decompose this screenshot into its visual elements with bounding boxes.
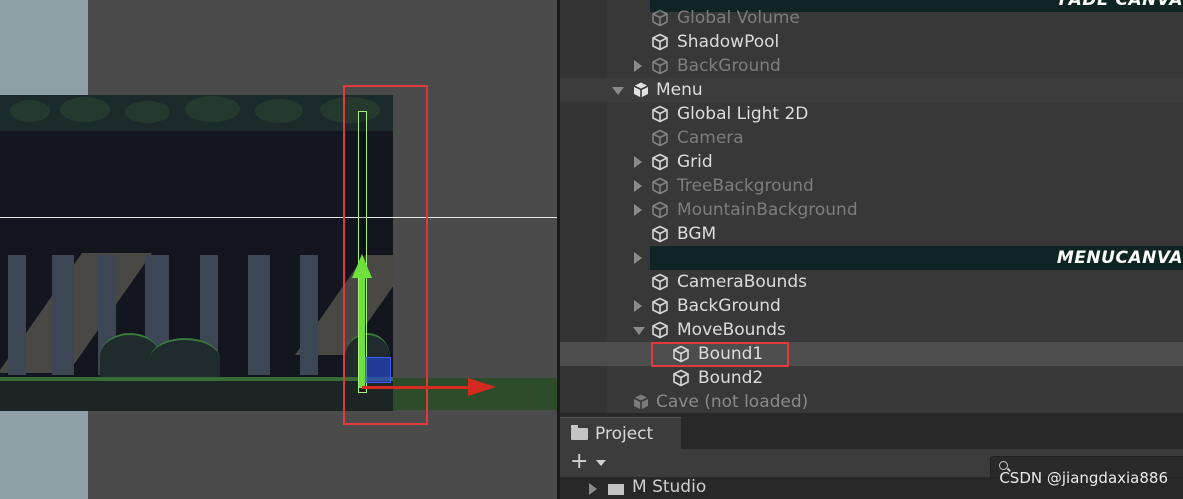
cube-icon xyxy=(651,9,669,27)
hierarchy-row-background-top[interactable]: BackGround xyxy=(560,54,1183,78)
hierarchy-row-mountain-background[interactable]: MountainBackground xyxy=(560,198,1183,222)
forest-background-sprite xyxy=(0,95,393,411)
cube-icon xyxy=(651,225,669,243)
hierarchy-row-label: ShadowPool xyxy=(677,32,780,52)
hierarchy-row-label: Grid xyxy=(677,152,713,172)
hierarchy-row-label: Global Volume xyxy=(677,8,800,28)
hierarchy-row-label: Camera xyxy=(677,128,744,148)
hierarchy-row-label: Menu xyxy=(656,80,703,100)
move-gizmo-x-axis[interactable] xyxy=(362,386,472,389)
cube-icon xyxy=(651,201,669,219)
move-gizmo-center-handle[interactable] xyxy=(365,357,391,383)
expand-arrow-right-icon[interactable] xyxy=(634,180,642,192)
expand-arrow-down-icon[interactable] xyxy=(612,87,624,95)
expand-arrow-right-icon[interactable] xyxy=(634,252,642,264)
hierarchy-row-camera[interactable]: Camera xyxy=(560,126,1183,150)
hierarchy-row-global-volume[interactable]: Global Volume xyxy=(560,6,1183,30)
hierarchy-row-label: Global Light 2D xyxy=(677,104,809,124)
cube-icon xyxy=(651,297,669,315)
scene-view[interactable] xyxy=(0,0,557,499)
expand-arrow-right-icon[interactable] xyxy=(634,300,642,312)
hierarchy-row-cave[interactable]: Cave (not loaded) xyxy=(560,390,1183,413)
hierarchy-row-label: BGM xyxy=(677,224,717,244)
camera-bounds-line xyxy=(0,217,557,218)
hierarchy-row-background[interactable]: BackGround xyxy=(560,294,1183,318)
project-tab[interactable]: Project xyxy=(560,417,681,450)
folder-icon xyxy=(608,484,624,495)
hierarchy-row-label: CameraBounds xyxy=(677,272,807,292)
cube-icon xyxy=(651,57,669,75)
cube-icon xyxy=(651,177,669,195)
hierarchy-row-label: Cave (not loaded) xyxy=(656,392,809,412)
expand-arrow-right-icon[interactable] xyxy=(634,204,642,216)
hierarchy-row-menu[interactable]: Menu xyxy=(560,78,1183,102)
selection-highlight-hierarchy xyxy=(651,342,789,367)
hierarchy-row-menu-canvas[interactable]: MENUCANVA xyxy=(560,246,1183,270)
project-folder-label: M Studio xyxy=(632,477,707,497)
expand-arrow-right-icon[interactable] xyxy=(634,60,642,72)
canvas-banner: MENUCANVA xyxy=(650,246,1183,270)
unity-scene-icon xyxy=(632,393,650,411)
expand-arrow-right-icon[interactable] xyxy=(634,156,642,168)
cube-icon xyxy=(651,105,669,123)
hierarchy-row-label: TreeBackground xyxy=(677,176,814,196)
folder-icon xyxy=(571,425,588,440)
expand-arrow-icon[interactable] xyxy=(589,483,597,495)
hierarchy-row-grid[interactable]: Grid xyxy=(560,150,1183,174)
hierarchy-row-label: MountainBackground xyxy=(677,200,858,220)
canvas-banner-label: MENUCANVA xyxy=(1056,248,1183,268)
hierarchy-panel[interactable]: FADE CANVA Global Volume ShadowPool BackGro… xyxy=(560,0,1183,413)
cube-icon xyxy=(672,369,690,387)
hierarchy-row-camera-bounds[interactable]: CameraBounds xyxy=(560,270,1183,294)
hierarchy-row-global-light[interactable]: Global Light 2D xyxy=(560,102,1183,126)
chevron-down-icon[interactable] xyxy=(596,460,606,466)
project-tab-label: Project xyxy=(595,424,654,444)
unity-scene-icon xyxy=(632,81,650,99)
expand-arrow-down-icon[interactable] xyxy=(633,327,645,335)
ground-tiles xyxy=(0,377,393,411)
move-gizmo-y-arrow-icon[interactable] xyxy=(352,254,372,278)
watermark-text: CSDN @jiangdaxia886 xyxy=(999,469,1168,487)
hierarchy-row-bgm[interactable]: BGM xyxy=(560,222,1183,246)
hierarchy-row-tree-background[interactable]: TreeBackground xyxy=(560,174,1183,198)
hierarchy-row-move-bounds[interactable]: MoveBounds xyxy=(560,318,1183,342)
cube-icon xyxy=(651,129,669,147)
cube-icon xyxy=(651,153,669,171)
hierarchy-row-label: BackGround xyxy=(677,296,781,316)
hierarchy-row-bound2[interactable]: Bound2 xyxy=(560,366,1183,390)
hierarchy-row-label: MoveBounds xyxy=(677,320,786,340)
add-asset-button[interactable]: + xyxy=(570,451,588,473)
cube-icon xyxy=(651,273,669,291)
hierarchy-row-label: Bound2 xyxy=(698,368,764,388)
cube-icon xyxy=(651,321,669,339)
forest-canopy xyxy=(0,95,393,131)
hierarchy-row-label: BackGround xyxy=(677,56,781,76)
move-gizmo-x-arrow-icon[interactable] xyxy=(468,378,496,396)
hierarchy-row-shadow-pool[interactable]: ShadowPool xyxy=(560,30,1183,54)
cube-icon xyxy=(651,33,669,51)
